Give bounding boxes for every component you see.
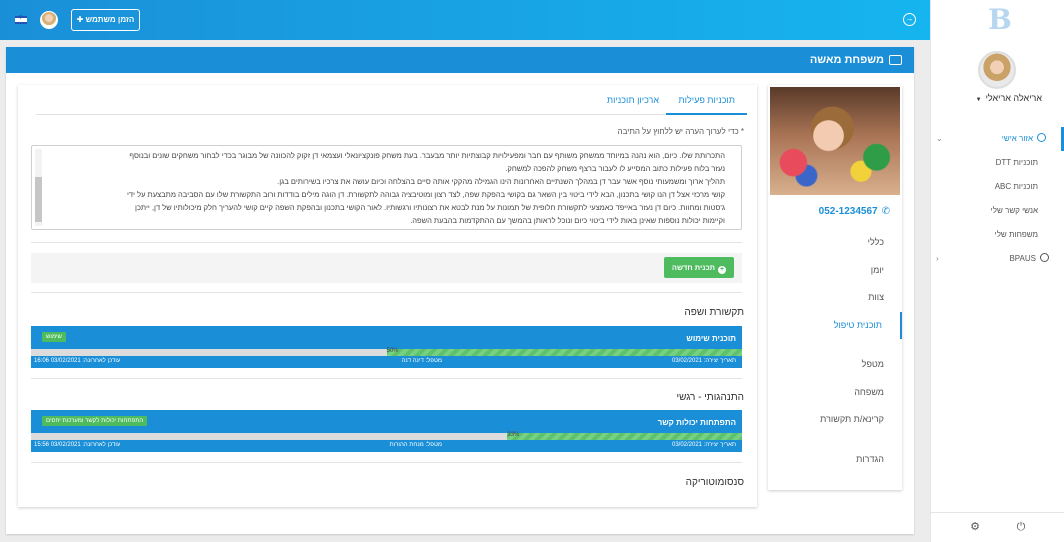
note-line: וקיימות יכולות נוספות שאינן באות לידי בי… — [410, 216, 725, 225]
sidebar-item-bpaus[interactable]: BPAUS ‹ — [930, 247, 1064, 271]
exit-icon[interactable]: → — [903, 13, 916, 26]
child-photo — [770, 87, 900, 195]
sidebar: B אריאלה אריאלי▼ אזור אישי ⌄ תוכניות DTT… — [930, 0, 1064, 542]
action-bar: +תכנית חדשה — [31, 253, 742, 283]
divider — [31, 242, 742, 243]
avatar[interactable] — [40, 11, 58, 29]
progress-bar: 50% — [31, 348, 742, 356]
progress-bar: 33% — [31, 432, 742, 440]
phone-icon: ✆ — [881, 206, 890, 217]
plan-card[interactable]: התפתחות יכולות קשר התפתחות יכולות לקשר ו… — [31, 410, 742, 452]
plan-tag: שימוש — [42, 332, 66, 342]
family-panel: משפחת מאשה ✆052-1234567 כללי יומן צוות ת… — [6, 47, 914, 534]
logo: B — [988, 3, 1012, 36]
plan-created: תאריך יצירה: 03/02/2021 — [671, 442, 736, 448]
profile-card: ✆052-1234567 כללי יומן צוות תוכנית טיפול… — [768, 85, 902, 490]
notes-scrollbar[interactable] — [35, 149, 42, 226]
plan-meta-strip — [31, 357, 742, 368]
profile-tab-team[interactable]: צוות — [782, 284, 902, 312]
settings-gear-icon[interactable]: ⚙ — [969, 521, 981, 533]
scrollbar-thumb[interactable] — [35, 177, 42, 222]
plan-meta-strip — [31, 441, 742, 452]
progress-percent: 33% — [507, 432, 520, 438]
plan-updated: עודכן לאחרונה: 03/02/2021 16:06 — [34, 358, 121, 364]
sidebar-item-dtt-plans[interactable]: תוכניות DTT — [930, 151, 1064, 175]
profile-tab-family[interactable]: משפחה — [782, 379, 902, 407]
note-line: התכרותת שלו. כיום, הוא נהנה במיוחד ממשחק… — [129, 151, 725, 160]
divider — [31, 378, 742, 379]
note-line: נעזר בלוח פעילות כתוב המסייע לו לעבור בר… — [505, 164, 725, 173]
edit-hint: * כדי לערוך הערה יש ללחוץ על התיבה — [617, 127, 744, 136]
profile-tab-therapist[interactable]: מטפל — [782, 351, 902, 379]
progress-fill — [507, 433, 742, 440]
plus-icon: + — [718, 266, 726, 274]
panel-header: משפחת מאשה — [6, 47, 914, 73]
page-title: משפחת מאשה — [809, 54, 884, 66]
top-bar: → הזמן משתמש ✚ — [0, 0, 930, 40]
plan-therapist: מטפל: דינה דנה — [401, 358, 442, 364]
profile-tab-treatment-plan[interactable]: תוכנית טיפול — [782, 311, 902, 339]
profile-tab-communication[interactable]: קרינא/ת תקשורת — [782, 406, 902, 434]
power-icon[interactable]: ⏻ — [1015, 521, 1027, 533]
sidebar-item-personal-area[interactable]: אזור אישי ⌄ — [930, 127, 1064, 151]
plans-tabs: תוכניות פעילות ארכיון תוכניות — [36, 85, 747, 115]
plan-card[interactable]: תוכנית שימוש שימוש 50% תאריך יצירה: 03/0… — [31, 326, 742, 368]
sidebar-item-families[interactable]: משפחות שלי — [930, 223, 1064, 247]
profile-tab-general[interactable]: כללי — [782, 229, 902, 257]
section-title-behavioral: התנהגותי - רגשי — [676, 392, 744, 403]
tab-active-plans[interactable]: תוכניות פעילות — [666, 85, 747, 115]
plan-tag: התפתחות יכולות לקשר ומערכות יחסים — [42, 416, 148, 426]
profile-tab-calendar[interactable]: יומן — [782, 257, 902, 285]
plan-title: התפתחות יכולות קשר — [657, 418, 736, 427]
sidebar-item-abc-plans[interactable]: תוכניות ABC — [930, 175, 1064, 199]
user-menu[interactable]: אריאלה אריאלי▼ — [976, 93, 1042, 103]
contact-card-icon — [889, 55, 902, 65]
sidebar-item-contacts[interactable]: אנשי קשר שלי — [930, 199, 1064, 223]
notes-textarea[interactable]: התכרותת שלו. כיום, הוא נהנה במיוחד ממשחק… — [31, 145, 742, 230]
target-icon — [1040, 253, 1049, 262]
sidebar-menu: אזור אישי ⌄ תוכניות DTT תוכניות ABC אנשי… — [930, 127, 1064, 271]
phone-number[interactable]: ✆052-1234567 — [819, 206, 890, 217]
plans-card: תוכניות פעילות ארכיון תוכניות * כדי לערו… — [18, 85, 757, 507]
sidebar-footer: ⚙ ⏻ — [931, 512, 1064, 542]
progress-fill — [386, 349, 742, 356]
section-title-sensorimotor: סנסומוטוריקה — [685, 477, 744, 488]
new-plan-button[interactable]: +תכנית חדשה — [663, 257, 734, 278]
section-title-communication: תקשורת ושפה — [684, 307, 744, 318]
plan-title: תוכנית שימוש — [686, 334, 736, 343]
profile-avatar — [978, 51, 1016, 89]
chevron-left-icon: ‹ — [936, 254, 939, 263]
note-line: ג'סטות ומחוות. כיום דן נעזר באייפד כאמצע… — [135, 203, 725, 212]
profile-menu: כללי יומן צוות תוכנית טיפול מטפל משפחה ק… — [782, 229, 902, 473]
tab-plans-archive[interactable]: ארכיון תוכניות — [595, 85, 671, 115]
note-line: קושי מרכזי אצל דן הנו קושי בתכנון, הבא ל… — [126, 190, 725, 199]
profile-tab-settings[interactable]: הגדרות — [782, 446, 902, 474]
israel-flag-icon[interactable] — [15, 14, 27, 24]
plan-created: תאריך יצירה: 03/02/2021 — [671, 358, 736, 364]
chevron-down-icon: ⌄ — [936, 134, 943, 143]
progress-percent: 50% — [386, 348, 399, 354]
plan-therapist: מטפל: מנחת ההורות — [389, 442, 442, 448]
user-circle-icon — [1037, 133, 1046, 142]
divider — [31, 462, 742, 463]
plan-updated: עודכן לאחרונה: 03/02/2021 15:56 — [34, 442, 121, 448]
invite-user-button[interactable]: הזמן משתמש ✚ — [71, 9, 140, 31]
note-line: תהליך ארוך ומשמעותי נוסף אשר עבר דן במהל… — [277, 177, 725, 186]
divider — [31, 292, 742, 293]
caret-down-icon: ▼ — [975, 97, 982, 103]
